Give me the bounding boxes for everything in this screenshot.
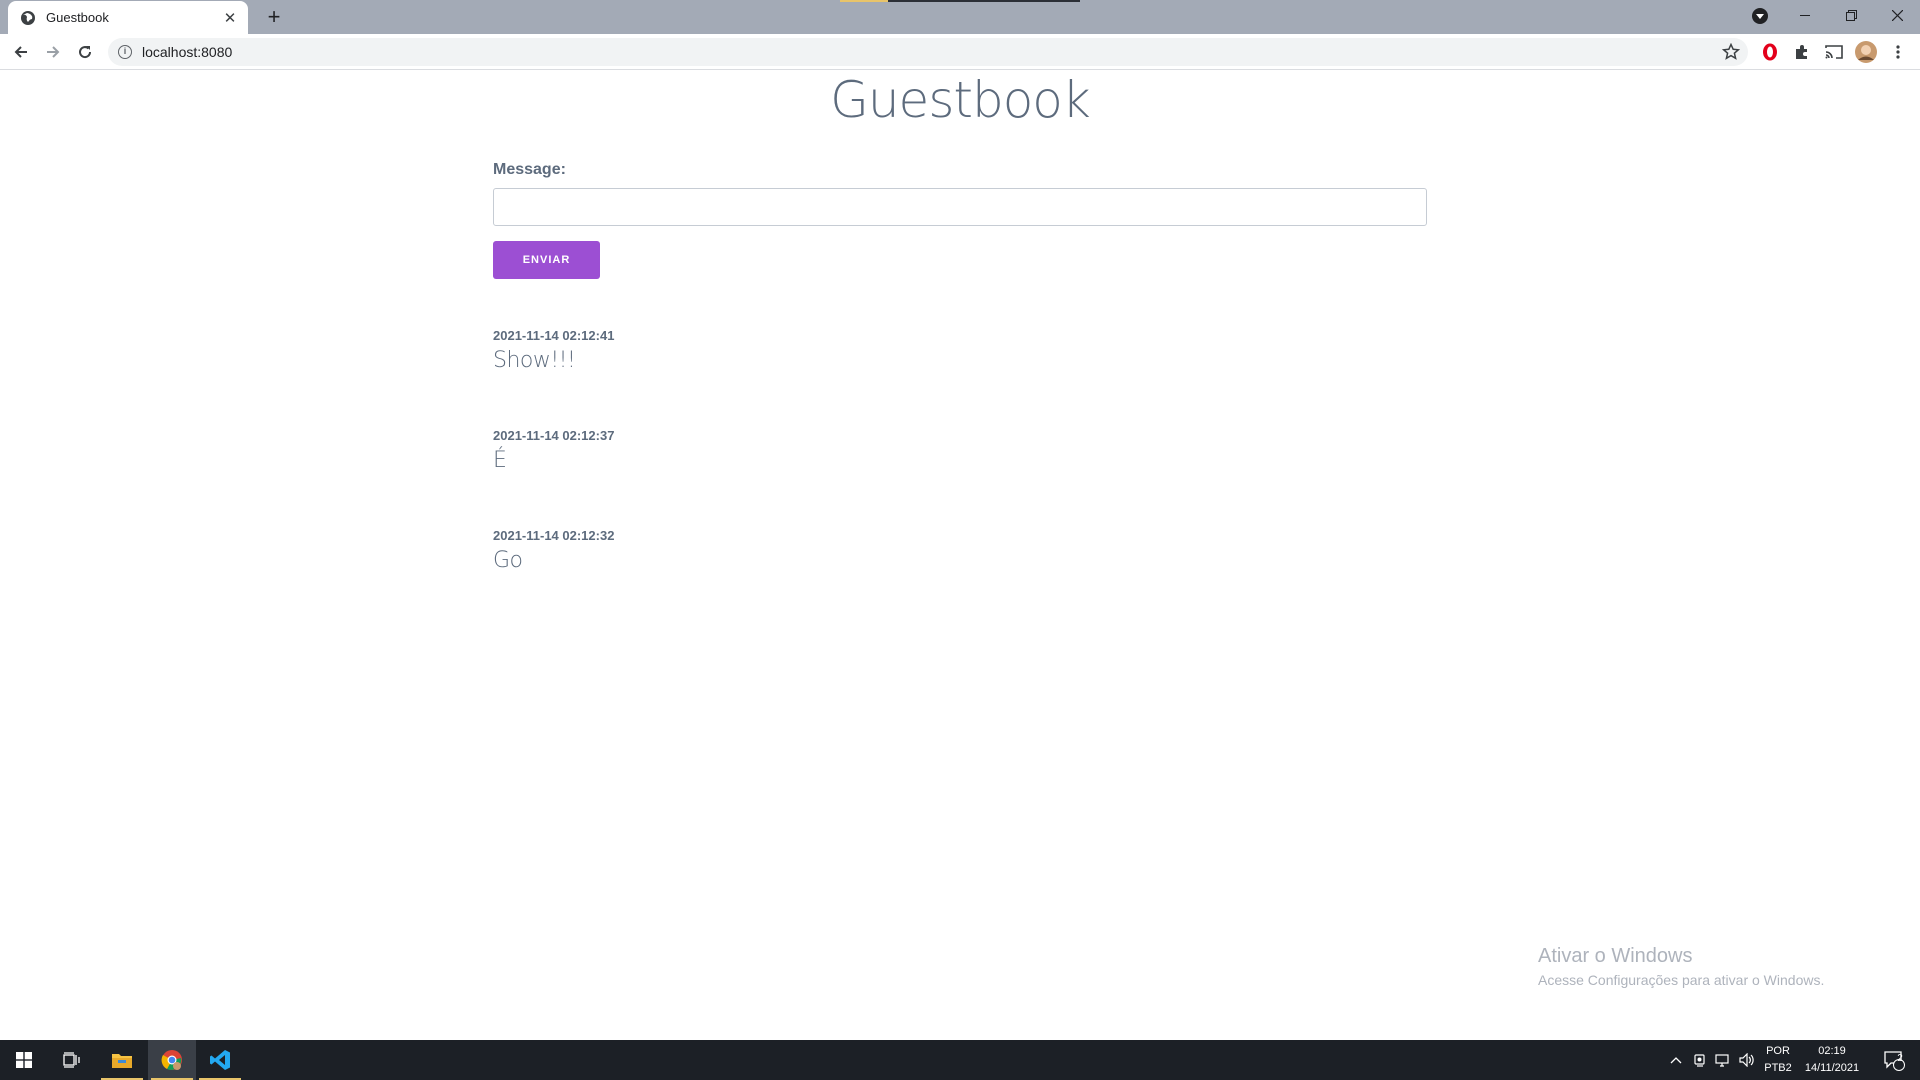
tab-close-icon[interactable]: ✕ [222, 10, 238, 27]
minimize-icon[interactable] [1782, 0, 1828, 30]
entry-timestamp: 2021-11-14 02:12:32 [493, 528, 615, 543]
tab-search-icon[interactable] [1752, 8, 1768, 24]
tab-title: Guestbook [46, 10, 109, 25]
guestbook-entries: 2021-11-14 02:12:41 Show!!! 2021-11-14 0… [493, 328, 614, 628]
forward-icon[interactable] [39, 38, 67, 66]
bookmark-star-icon[interactable] [1722, 43, 1740, 61]
guestbook-page: Guestbook Message: ENVIAR 2021-11-14 02:… [0, 71, 1920, 1039]
tabstrip-accent-yellow [840, 0, 888, 2]
notification-count: 2 [1897, 1053, 1903, 1064]
message-form: Message: ENVIAR [493, 161, 1427, 279]
new-tab-button[interactable]: + [260, 4, 288, 29]
entry-message: É [493, 448, 507, 473]
globe-icon [21, 10, 35, 25]
vscode-icon[interactable] [196, 1040, 244, 1080]
site-info-icon[interactable]: i [118, 45, 132, 59]
list-item: 2021-11-14 02:12:32 Go [493, 528, 614, 628]
entry-message: Show!!! [493, 348, 576, 373]
language-code: POR [1766, 1045, 1790, 1057]
windows-taskbar: POR PTB2 02:19 14/11/2021 2 [0, 1040, 1920, 1080]
windows-start-icon[interactable] [0, 1040, 48, 1080]
action-center-icon[interactable]: 2 [1874, 1040, 1914, 1080]
message-label: Message: [493, 161, 566, 178]
list-item: 2021-11-14 02:12:37 É [493, 428, 614, 528]
address-bar[interactable]: i localhost:8080 [108, 38, 1748, 66]
puzzle-extensions-icon[interactable] [1791, 41, 1813, 63]
entry-timestamp: 2021-11-14 02:12:41 [493, 328, 615, 343]
task-view-icon[interactable] [48, 1040, 96, 1080]
url-text: localhost:8080 [142, 44, 233, 60]
input-language-indicator[interactable]: POR PTB2 [1762, 1043, 1794, 1077]
windows-activation-watermark: Ativar o Windows Acesse Configurações pa… [1538, 945, 1824, 988]
page-title: Guestbook [830, 71, 1091, 129]
watermark-subtitle: Acesse Configurações para ativar o Windo… [1538, 972, 1825, 988]
list-item: 2021-11-14 02:12:41 Show!!! [493, 328, 614, 428]
volume-icon[interactable] [1736, 1040, 1758, 1080]
restore-icon[interactable] [1828, 0, 1874, 30]
opera-extension-icon[interactable] [1759, 41, 1781, 63]
entry-timestamp: 2021-11-14 02:12:37 [493, 428, 615, 443]
entry-message: Go [493, 548, 523, 573]
watermark-title: Ativar o Windows [1538, 945, 1693, 967]
tabstrip-accent-dark [888, 0, 1080, 2]
message-input[interactable] [493, 188, 1427, 226]
clock-time: 02:19 [1818, 1045, 1846, 1057]
cast-icon[interactable] [1823, 41, 1845, 63]
show-hidden-icons-icon[interactable] [1668, 1040, 1684, 1080]
file-explorer-icon[interactable] [98, 1040, 146, 1080]
browser-toolbar: i localhost:8080 [0, 34, 1920, 70]
profile-avatar[interactable] [1855, 41, 1877, 63]
chrome-taskbar-icon[interactable] [148, 1040, 196, 1080]
tab-guestbook[interactable]: Guestbook ✕ [8, 1, 248, 34]
close-window-icon[interactable] [1874, 0, 1920, 30]
browser-menu-icon[interactable] [1887, 41, 1909, 63]
clock-date: 14/11/2021 [1804, 1062, 1860, 1074]
system-clock[interactable]: 02:19 14/11/2021 [1796, 1043, 1868, 1077]
submit-button[interactable]: ENVIAR [493, 241, 600, 279]
network-icon[interactable] [1712, 1040, 1734, 1080]
browser-tabstrip: Guestbook ✕ + [0, 0, 1920, 34]
meet-now-icon[interactable] [1690, 1040, 1710, 1080]
reload-icon[interactable] [71, 38, 99, 66]
back-icon[interactable] [7, 38, 35, 66]
keyboard-layout: PTB2 [1764, 1062, 1792, 1074]
